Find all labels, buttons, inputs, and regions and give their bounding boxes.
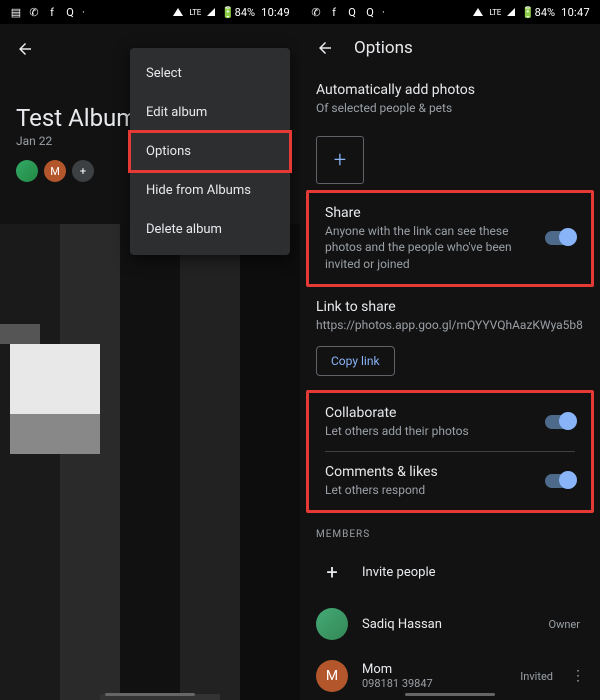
comments-setting[interactable]: Comments & likes Let others respond [309,452,591,510]
battery-percentage: 🔋84% [521,6,555,19]
album-screen: ▤ ✆ f Q · LTE 🔋84% 10:49 Test Album Jan … [0,0,300,700]
facebook-icon: f [328,6,340,18]
wifi-icon [473,8,483,16]
avatar [316,608,348,640]
comments-title: Comments & likes [325,464,575,480]
member-phone: 098181 39847 [362,677,506,690]
auto-add-section: Automatically add photos Of selected peo… [300,72,600,126]
share-setting[interactable]: Share Anyone with the link can see these… [309,193,591,284]
clock: 10:49 [261,6,290,19]
collaborate-title: Collaborate [325,405,575,421]
collaborate-sub: Let others add their photos [325,423,575,439]
options-header: Options [300,24,600,72]
plus-icon: + [334,148,346,173]
share-highlight: Share Anyone with the link can see these… [306,190,594,287]
menu-item-edit-album[interactable]: Edit album [130,93,290,132]
overflow-menu: Select Edit album Options Hide from Albu… [130,48,290,255]
battery-percentage: 🔋84% [221,6,255,19]
signal-icon [207,8,215,16]
share-sub: Anyone with the link can see these photo… [325,223,575,272]
whatsapp-icon: ✆ [28,6,40,18]
member-name: Sadiq Hassan [362,617,535,632]
photo-grid[interactable] [0,224,300,700]
quora-icon: Q [346,6,358,18]
more-notifications-icon: · [382,6,385,19]
status-bar: ▤ ✆ f Q · LTE 🔋84% 10:49 [0,0,300,24]
share-title: Share [325,205,575,221]
add-face-button[interactable]: + [316,136,364,184]
member-name: Mom [362,662,506,677]
collaborate-setting[interactable]: Collaborate Let others add their photos [309,393,591,451]
menu-item-delete[interactable]: Delete album [130,210,290,249]
menu-item-select[interactable]: Select [130,54,290,93]
photo-icon: ▤ [10,6,22,18]
auto-add-sub: Of selected people & pets [316,100,584,116]
menu-item-options[interactable]: Options [130,132,290,171]
invite-label: Invite people [362,565,436,580]
avatar: M [316,660,348,692]
auto-add-title: Automatically add photos [316,82,584,98]
avatar[interactable] [16,160,38,182]
page-title: Options [354,38,413,58]
menu-item-hide[interactable]: Hide from Albums [130,171,290,210]
status-bar: ✆ f Q Q · LTE 🔋84% 10:47 [300,0,600,24]
options-screen: ✆ f Q Q · LTE 🔋84% 10:47 Options Automat… [300,0,600,700]
link-title: Link to share [316,299,584,315]
quora-icon: Q [364,6,376,18]
add-member-button[interactable]: + [72,160,94,182]
comments-toggle[interactable] [545,474,575,488]
comments-sub: Let others respond [325,482,575,498]
members-header: MEMBERS [300,515,600,546]
quora-icon: Q [64,6,76,18]
member-role: Owner [549,618,580,631]
back-arrow-icon[interactable] [316,39,334,57]
nav-pill[interactable] [405,693,495,696]
lte-indicator: LTE [489,8,501,17]
copy-link-button[interactable]: Copy link [316,346,395,376]
share-toggle[interactable] [545,231,575,245]
share-url: https://photos.app.goo.gl/mQYYVQhAazKWya… [316,318,584,332]
facebook-icon: f [46,6,58,18]
wifi-icon [173,8,183,16]
signal-icon [507,8,515,16]
invite-people-row[interactable]: + Invite people [300,546,600,598]
nav-pill[interactable] [105,693,195,696]
collaborate-toggle[interactable] [545,415,575,429]
member-row[interactable]: Sadiq Hassan Owner [300,598,600,650]
clock: 10:47 [561,6,590,19]
lte-indicator: LTE [189,8,201,17]
blurred-photos [0,224,300,700]
avatar[interactable]: M [44,160,66,182]
whatsapp-icon: ✆ [310,6,322,18]
collab-highlight: Collaborate Let others add their photos … [306,390,594,513]
link-section: Link to share https://photos.app.goo.gl/… [300,289,600,336]
back-arrow-icon[interactable] [16,40,34,58]
member-role: Invited [520,670,553,683]
more-notifications-icon: · [82,6,85,19]
member-menu-icon[interactable]: ⋮ [571,668,584,684]
plus-icon: + [316,556,348,588]
